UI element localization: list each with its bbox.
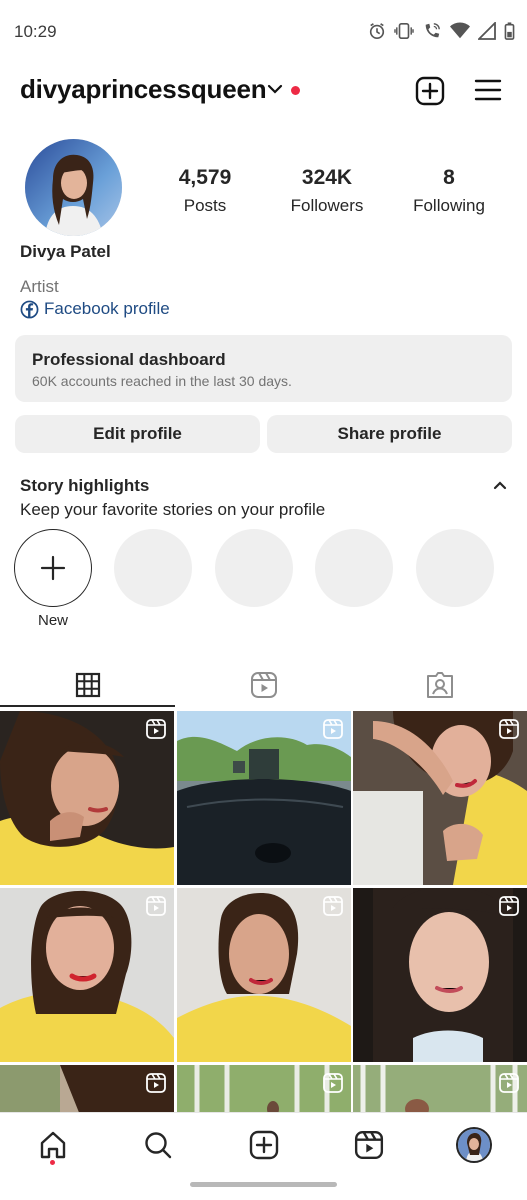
tagged-icon (426, 672, 453, 698)
edit-profile-button[interactable]: Edit profile (15, 415, 260, 453)
reel-badge-icon (146, 719, 166, 739)
dashboard-title: Professional dashboard (32, 350, 226, 369)
alarm-icon (369, 23, 385, 40)
post-tile[interactable] (177, 1065, 351, 1113)
following-label: Following (413, 196, 485, 215)
notification-dot (291, 86, 300, 95)
reel-badge-icon (146, 1073, 166, 1093)
search-icon (145, 1132, 172, 1159)
tab-reels[interactable] (176, 662, 351, 708)
tab-grid[interactable] (0, 662, 175, 708)
username[interactable]: divyaprincessqueen (20, 74, 267, 105)
full-name: Divya Patel (20, 242, 111, 261)
post-tile[interactable] (177, 711, 351, 885)
reel-badge-icon (323, 1073, 343, 1093)
reel-badge-icon (499, 719, 519, 739)
profile-avatar[interactable] (25, 139, 122, 236)
post-tile[interactable] (0, 711, 174, 885)
highlight-placeholder (315, 529, 393, 607)
plus-icon (40, 555, 66, 581)
followers-stat[interactable]: 324K Followers (272, 166, 382, 216)
home-notification-dot (50, 1160, 55, 1165)
vibrate-icon (394, 22, 414, 40)
tab-tagged[interactable] (352, 662, 527, 708)
reel-badge-icon (499, 1073, 519, 1093)
post-tile[interactable] (0, 888, 174, 1062)
dashboard-subtitle: 60K accounts reached in the last 30 days… (32, 373, 292, 389)
wifi-calling-icon (425, 23, 440, 38)
nav-search[interactable] (138, 1125, 178, 1165)
posts-label: Posts (183, 196, 227, 215)
followers-count: 324K (301, 166, 353, 189)
home-icon (40, 1131, 66, 1159)
following-stat[interactable]: 8 Following (394, 166, 504, 216)
grid-icon (75, 672, 100, 698)
post-tile[interactable] (0, 1065, 174, 1113)
posts-grid (0, 711, 527, 1113)
wifi-icon (450, 22, 470, 39)
create-icon (249, 1130, 279, 1160)
reel-badge-icon (323, 719, 343, 739)
new-post-icon[interactable] (415, 76, 445, 106)
bottom-navigation (0, 1112, 527, 1174)
post-tile[interactable] (353, 1065, 527, 1113)
posts-count: 4,579 (178, 166, 232, 189)
post-tile[interactable] (353, 888, 527, 1062)
battery-icon (504, 22, 515, 40)
followers-label: Followers (290, 196, 364, 215)
status-icons (368, 22, 515, 40)
following-count: 8 (443, 166, 455, 189)
new-highlight-button[interactable] (14, 529, 92, 607)
highlight-placeholder (114, 529, 192, 607)
facebook-profile-text: Facebook profile (44, 299, 170, 318)
nav-profile[interactable] (454, 1125, 494, 1165)
profile-header: divyaprincessqueen (0, 66, 527, 116)
nav-reels[interactable] (349, 1125, 389, 1165)
reels-nav-icon (354, 1130, 384, 1160)
menu-icon[interactable] (474, 76, 502, 104)
nav-create[interactable] (244, 1125, 284, 1165)
facebook-icon (20, 300, 39, 318)
status-bar: 10:29 (0, 0, 527, 64)
post-tile[interactable] (177, 888, 351, 1062)
chevron-down-icon[interactable] (266, 82, 284, 96)
highlight-placeholder (416, 529, 494, 607)
professional-dashboard[interactable]: Professional dashboard 60K accounts reac… (15, 335, 512, 402)
share-profile-button[interactable]: Share profile (267, 415, 512, 453)
highlight-placeholder (215, 529, 293, 607)
reel-badge-icon (499, 896, 519, 916)
reels-icon (250, 672, 277, 698)
signal-icon (478, 22, 496, 40)
reel-badge-icon (146, 896, 166, 916)
facebook-profile-link[interactable]: Facebook profile (20, 299, 170, 319)
post-tile[interactable] (353, 711, 527, 885)
new-highlight-label: New (37, 612, 68, 629)
active-tab-indicator (0, 705, 175, 707)
profile-nav-avatar (456, 1127, 492, 1163)
gesture-bar (190, 1182, 337, 1187)
posts-stat[interactable]: 4,579 Posts (150, 166, 260, 216)
chevron-up-icon[interactable] (493, 479, 507, 491)
category-label: Artist (20, 277, 59, 296)
highlights-subtitle: Keep your favorite stories on your profi… (20, 500, 326, 519)
status-time: 10:29 (14, 22, 57, 41)
reel-badge-icon (323, 896, 343, 916)
highlights-title: Story highlights (20, 476, 150, 495)
nav-home[interactable] (33, 1125, 73, 1165)
